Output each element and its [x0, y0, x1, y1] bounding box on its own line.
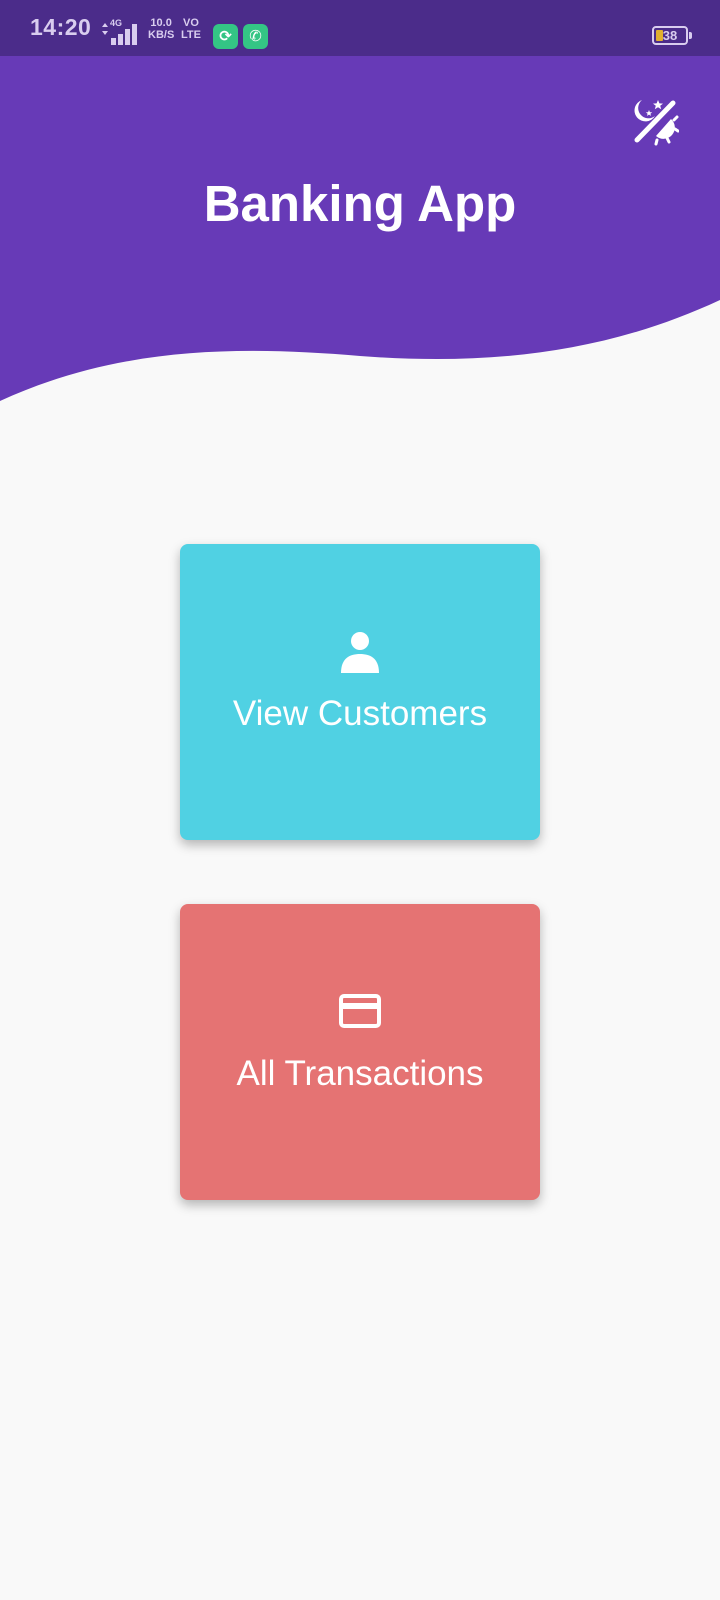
all-transactions-button[interactable]: All Transactions: [180, 904, 540, 1200]
view-customers-button[interactable]: View Customers: [180, 544, 540, 840]
network-speed: 10.0 KB/S: [148, 17, 174, 41]
status-bar: 14:20 4G 10.0 KB/S VO LTE ⟳ ✆ 38: [0, 0, 720, 56]
theme-toggle-icon: [634, 100, 679, 146]
volte-indicator: VO LTE: [181, 17, 201, 41]
battery-icon: 38: [652, 26, 692, 45]
network-speed-value: 10.0: [150, 17, 172, 29]
status-time: 14:20: [30, 14, 92, 40]
view-customers-label: View Customers: [232, 694, 488, 733]
sync-app-icon: ⟳: [213, 24, 238, 49]
person-icon: [341, 632, 379, 673]
volte-top-label: VO: [183, 17, 199, 29]
battery-level: 38: [662, 28, 678, 43]
credit-card-icon: [339, 994, 381, 1028]
network-type-label: 4G: [110, 18, 123, 28]
theme-toggle-button[interactable]: [625, 92, 683, 150]
page-title: Banking App: [203, 175, 517, 232]
chat-app-icon: ✆: [243, 24, 268, 49]
volte-bottom-label: LTE: [181, 29, 201, 41]
all-transactions-label: All Transactions: [236, 1054, 484, 1093]
network-speed-unit: KB/S: [148, 29, 175, 41]
